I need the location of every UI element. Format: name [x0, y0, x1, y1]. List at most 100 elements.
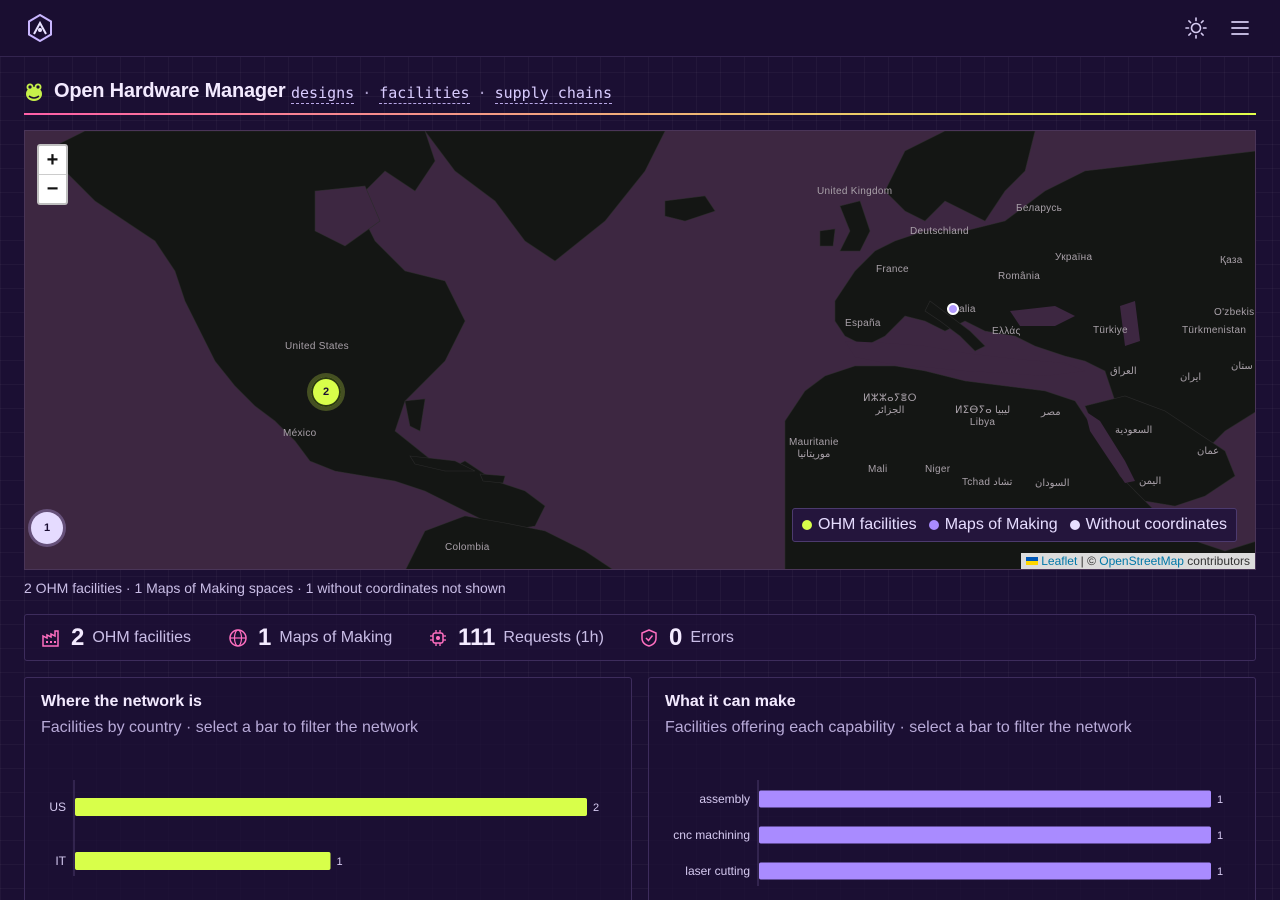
- stat-value: 2: [71, 623, 85, 651]
- category-label: US: [49, 800, 66, 814]
- map-label: Mauritanie موريتانيا: [789, 437, 839, 460]
- country-chart-panel: Where the network is Facilities by count…: [24, 677, 632, 900]
- no-coordinates-cluster-marker[interactable]: 1: [31, 512, 63, 544]
- map-label: Niger: [925, 464, 951, 475]
- data-label: 1: [1217, 866, 1223, 878]
- data-label: 2: [593, 802, 599, 814]
- map-land-layer: [44, 131, 1255, 569]
- ukraine-flag-icon: [1026, 557, 1039, 565]
- category-label: assembly: [699, 792, 750, 806]
- leaflet-link[interactable]: Leaflet: [1041, 554, 1077, 568]
- stat-errors: 0 Errors: [639, 615, 734, 660]
- map-label: España: [845, 318, 881, 329]
- stat-ohm-facilities: 2 OHM facilities: [41, 615, 191, 660]
- zoom-in-button[interactable]: +: [39, 146, 66, 175]
- map-caption: 2 OHM facilities · 1 Maps of Making spac…: [24, 580, 506, 596]
- map-label: Türkmenistan: [1182, 325, 1247, 336]
- chart-bar[interactable]: [75, 852, 331, 870]
- stats-bar: 2 OHM facilities 1 Maps of Making 111 Re…: [24, 614, 1256, 661]
- header-divider: [24, 113, 1256, 115]
- map-legend: OHM facilities Maps of Making Without co…: [792, 508, 1238, 542]
- shield-icon: [641, 628, 657, 647]
- nav-separator: ·: [362, 84, 372, 102]
- chart-bar[interactable]: [759, 862, 1211, 880]
- stat-label: Maps of Making: [279, 628, 393, 646]
- legend-dot-ohm: [802, 520, 812, 530]
- legend-label: OHM facilities: [818, 516, 917, 533]
- map-label: Deutschland: [910, 226, 969, 237]
- nav-separator: ·: [477, 84, 487, 102]
- stat-maps-of-making: 1 Maps of Making: [228, 615, 392, 660]
- map-label: Україна: [1055, 252, 1093, 263]
- map-label: Colombia: [445, 542, 490, 553]
- chart-bar[interactable]: [75, 798, 587, 816]
- map-attribution: Leaflet | © OpenStreetMap contributors: [1021, 553, 1255, 569]
- ohm-logo-icon[interactable]: [27, 14, 53, 42]
- top-bar: [0, 0, 1280, 57]
- map-label: México: [283, 428, 317, 439]
- app-title: Open Hardware Manager: [54, 80, 286, 102]
- category-label: IT: [55, 854, 66, 868]
- ohm-cluster-marker[interactable]: 2: [311, 377, 341, 407]
- map-label: United Kingdom: [817, 186, 893, 197]
- nav-link-supply-chains[interactable]: supply chains: [494, 84, 612, 104]
- sun-icon[interactable]: [1184, 16, 1208, 40]
- map-label: السودان: [1035, 478, 1070, 489]
- chart-bar[interactable]: [759, 790, 1211, 808]
- data-label: 1: [1217, 794, 1223, 806]
- maps-of-making-marker[interactable]: [947, 303, 959, 315]
- map-label: مصر: [1041, 407, 1061, 418]
- attribution-contributors: contributors: [1183, 554, 1250, 568]
- stat-label: OHM facilities: [92, 628, 192, 646]
- map-label: O'zbekis: [1214, 307, 1255, 318]
- panel-title: What it can make: [665, 693, 796, 710]
- panel-title: Where the network is: [41, 693, 202, 710]
- hamburger-menu-icon[interactable]: [1228, 16, 1252, 40]
- map-label: Ελλάς: [992, 326, 1021, 337]
- map-label: العراق: [1110, 366, 1137, 377]
- cpu-chip-icon: [430, 629, 446, 646]
- map-label: Türkiye: [1093, 325, 1128, 336]
- frog-icon: [26, 83, 42, 101]
- map-label: alia: [959, 304, 976, 315]
- nav-link-facilities[interactable]: facilities: [379, 84, 470, 104]
- stat-value: 1: [258, 623, 272, 651]
- legend-item: OHM facilities: [802, 516, 917, 534]
- map-label: United States: [285, 341, 349, 352]
- country-bar-chart: US2IT100.511.52: [49, 780, 599, 900]
- main-nav: designs · facilities · supply chains: [291, 84, 612, 104]
- map-label: Беларусь: [1016, 203, 1063, 214]
- legend-label: Without coordinates: [1085, 516, 1228, 533]
- map-label: السعودية: [1115, 425, 1153, 436]
- map-label: Tchad تشاد: [962, 477, 1013, 488]
- nav-link-designs[interactable]: designs: [291, 84, 355, 104]
- capability-bar-chart: assembly1cnc machining1laser cutting100.…: [673, 780, 1223, 900]
- capability-chart-panel: What it can make Facilities offering eac…: [648, 677, 1256, 900]
- panel-subtitle: Facilities by country · select a bar to …: [41, 719, 419, 736]
- zoom-out-button[interactable]: −: [39, 175, 66, 203]
- legend-item: Without coordinates: [1069, 516, 1228, 534]
- map-label: Mali: [868, 464, 888, 475]
- stat-requests: 111 Requests (1h): [428, 615, 604, 660]
- legend-dot-maps-of-making: [928, 520, 939, 530]
- map-label: România: [998, 271, 1041, 282]
- map-label: Қаза: [1220, 255, 1243, 266]
- stat-value: 111: [458, 623, 496, 651]
- legend-label: Maps of Making: [944, 516, 1058, 533]
- map-label: عمان: [1197, 446, 1220, 457]
- map-label: France: [876, 264, 909, 275]
- legend-dot-without-coordinates: [1069, 520, 1080, 530]
- attribution-separator: | ©: [1077, 554, 1100, 568]
- panel-subtitle: Facilities offering each capability · se…: [665, 719, 1132, 736]
- map-label: اليمن: [1139, 476, 1162, 487]
- chart-bar[interactable]: [759, 826, 1211, 844]
- globe-icon: [229, 628, 247, 647]
- factory-icon: [42, 629, 59, 647]
- facilities-map[interactable]: United Kingdom Беларусь Deutschland Укра…: [24, 130, 1256, 570]
- zoom-control: + −: [37, 144, 68, 205]
- stat-value: 0: [669, 623, 683, 651]
- openstreetmap-link[interactable]: OpenStreetMap: [1099, 554, 1184, 568]
- page-header: Open Hardware Manager designs · facilities…: [24, 78, 1256, 114]
- category-label: laser cutting: [685, 864, 750, 878]
- stat-label: Requests (1h): [503, 628, 604, 646]
